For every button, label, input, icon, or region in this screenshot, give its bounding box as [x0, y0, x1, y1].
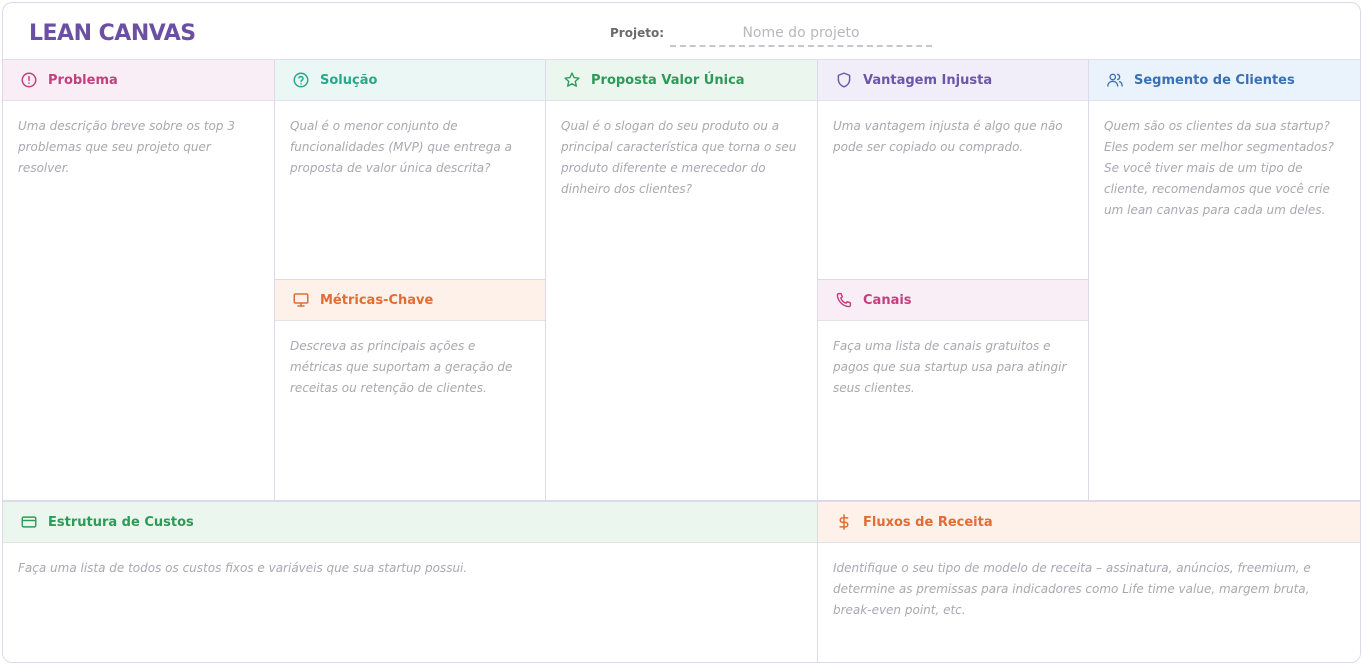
section-canais-title: Canais [863, 292, 912, 308]
section-solucao-title: Solução [320, 72, 378, 88]
section-canais-header: Canais [818, 280, 1088, 321]
section-segmento-description[interactable]: Quem são os clientes da sua startup? Ele… [1104, 116, 1348, 221]
section-vantagem-header: Vantagem Injusta [818, 60, 1088, 101]
section-proposta-valor[interactable]: Proposta Valor Única Qual é o slogan do … [546, 60, 818, 502]
section-metricas-description[interactable]: Descreva as principais ações e métricas … [290, 336, 531, 399]
lean-canvas-board: LEAN CANVAS Projeto: Problema Uma descri… [2, 2, 1361, 663]
section-segmento-title: Segmento de Clientes [1134, 72, 1295, 88]
section-solucao-header: Solução [275, 60, 545, 101]
section-solucao[interactable]: Solução Qual é o menor conjunto de funci… [275, 60, 546, 280]
section-custos-description[interactable]: Faça uma lista de todos os custos fixos … [18, 558, 803, 579]
shield-icon [834, 70, 854, 90]
monitor-icon [291, 290, 311, 310]
section-custos-title: Estrutura de Custos [48, 514, 194, 530]
section-canais[interactable]: Canais Faça uma lista de canais gratuito… [818, 280, 1089, 502]
section-segmento-clientes[interactable]: Segmento de Clientes Quem são os cliente… [1089, 60, 1360, 502]
phone-icon [834, 290, 854, 310]
section-metricas-header: Métricas-Chave [275, 280, 545, 321]
section-estrutura-custos[interactable]: Estrutura de Custos Faça uma lista de to… [3, 502, 818, 662]
section-receita-header: Fluxos de Receita [818, 502, 1360, 543]
project-label: Projeto: [610, 26, 664, 40]
section-problema-title: Problema [48, 72, 118, 88]
alert-circle-icon [19, 70, 39, 90]
section-vantagem-title: Vantagem Injusta [863, 72, 993, 88]
section-segmento-header: Segmento de Clientes [1089, 60, 1360, 101]
top-bar: LEAN CANVAS Projeto: [3, 3, 1360, 60]
section-problema-description[interactable]: Uma descrição breve sobre os top 3 probl… [18, 116, 260, 179]
star-icon [562, 70, 582, 90]
dollar-icon [834, 512, 854, 532]
section-custos-header: Estrutura de Custos [3, 502, 817, 543]
users-icon [1105, 70, 1125, 90]
section-receita-title: Fluxos de Receita [863, 514, 993, 530]
section-problema-header: Problema [3, 60, 274, 101]
section-vantagem-description[interactable]: Uma vantagem injusta é algo que não pode… [833, 116, 1074, 158]
section-canais-description[interactable]: Faça uma lista de canais gratuitos e pag… [833, 336, 1074, 399]
section-metricas-title: Métricas-Chave [320, 292, 434, 308]
section-proposta-description[interactable]: Qual é o slogan do seu produto ou a prin… [561, 116, 803, 200]
section-vantagem-injusta[interactable]: Vantagem Injusta Uma vantagem injusta é … [818, 60, 1089, 280]
section-problema[interactable]: Problema Uma descrição breve sobre os to… [3, 60, 275, 502]
section-metricas-chave[interactable]: Métricas-Chave Descreva as principais aç… [275, 280, 546, 502]
section-fluxos-receita[interactable]: Fluxos de Receita Identifique o seu tipo… [818, 502, 1360, 662]
section-solucao-description[interactable]: Qual é o menor conjunto de funcionalidad… [290, 116, 531, 179]
section-receita-description[interactable]: Identifique o seu tipo de modelo de rece… [833, 558, 1348, 621]
app-title: LEAN CANVAS [29, 21, 196, 46]
section-proposta-header: Proposta Valor Única [546, 60, 817, 101]
project-name-input[interactable] [670, 21, 932, 47]
help-circle-icon [291, 70, 311, 90]
section-proposta-title: Proposta Valor Única [591, 72, 745, 88]
credit-card-icon [19, 512, 39, 532]
